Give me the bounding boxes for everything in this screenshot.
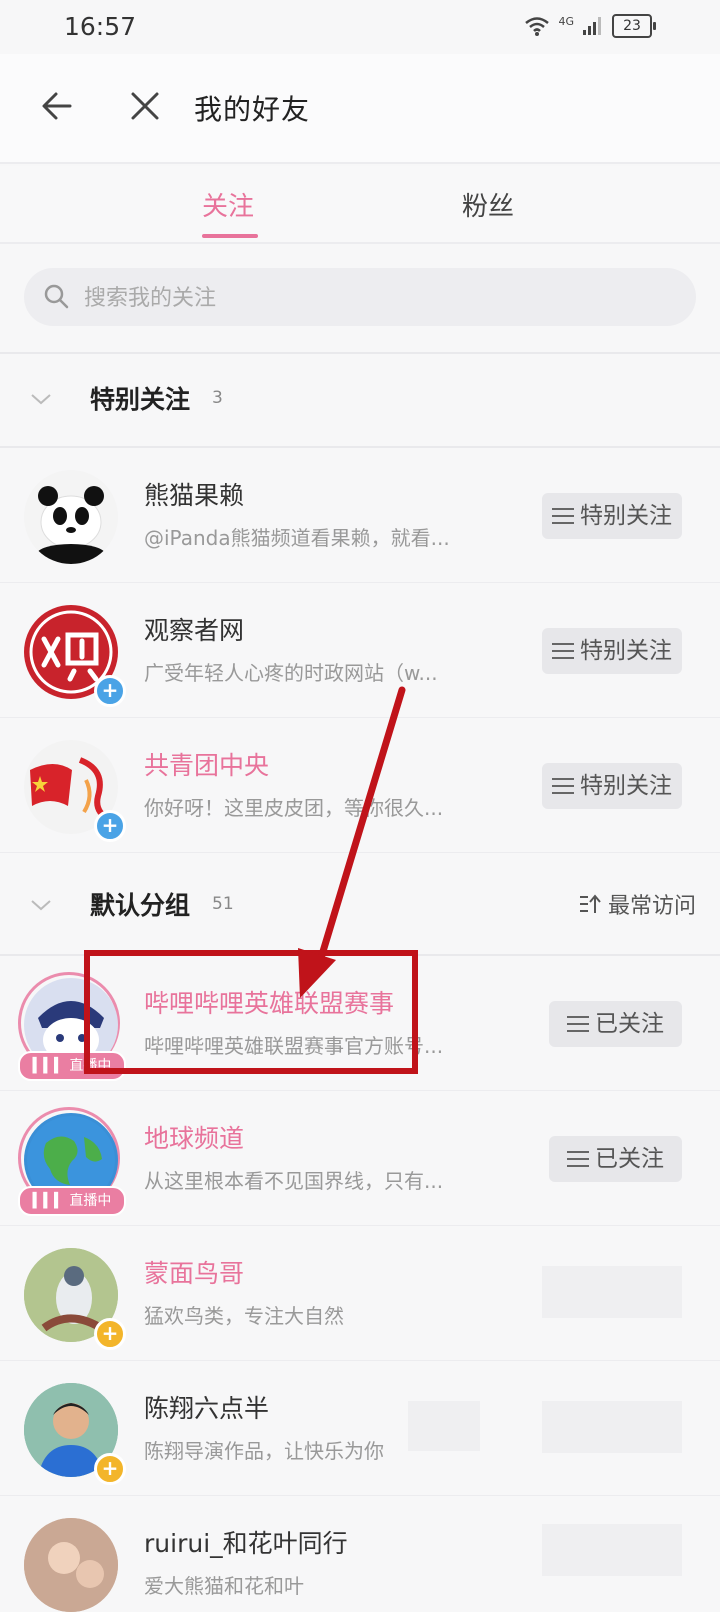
user-description: 从这里根本看不见国界线，只有... bbox=[144, 1169, 444, 1193]
followed-button[interactable]: 已关注 bbox=[549, 1001, 682, 1047]
sort-label: 最常访问 bbox=[607, 894, 696, 919]
user-name: 观察者网 bbox=[144, 616, 245, 645]
list-item[interactable]: 熊猫果赖 @iPanda熊猫频道看果赖，就看... 特别关注 bbox=[0, 448, 720, 583]
signal-icon bbox=[583, 17, 601, 35]
user-name: 蒙面鸟哥 bbox=[144, 1259, 245, 1288]
group-count: 51 bbox=[212, 894, 234, 914]
search-input[interactable] bbox=[82, 278, 646, 318]
user-description: 爱大熊猫和花和叶 bbox=[144, 1574, 304, 1598]
button-label: 特别关注 bbox=[580, 638, 672, 664]
tab-fans[interactable]: 粉丝 bbox=[462, 186, 514, 223]
verified-badge-icon: + bbox=[94, 1453, 126, 1485]
back-arrow-icon[interactable] bbox=[40, 89, 74, 123]
blurred-button[interactable] bbox=[542, 1266, 682, 1318]
special-follow-button[interactable]: 特别关注 bbox=[542, 763, 682, 809]
menu-icon bbox=[552, 507, 574, 525]
user-description: 猛欢鸟类，专注大自然 bbox=[144, 1304, 344, 1328]
tab-following[interactable]: 关注 bbox=[202, 186, 254, 223]
live-badge: ▍▍▍ 直播中 bbox=[18, 1186, 126, 1216]
button-label: 特别关注 bbox=[580, 503, 672, 529]
live-label: 直播中 bbox=[69, 1193, 112, 1209]
menu-icon bbox=[567, 1150, 589, 1168]
user-description: @iPanda熊猫频道看果赖，就看... bbox=[144, 526, 450, 550]
status-bar: 16:57 4G 23 bbox=[0, 0, 720, 54]
list-item[interactable]: + 蒙面鸟哥 猛欢鸟类，专注大自然 bbox=[0, 1226, 720, 1361]
list-item[interactable]: ruirui_和花叶同行 爱大熊猫和花和叶 bbox=[0, 1496, 720, 1612]
group-name: 特别关注 bbox=[90, 385, 191, 414]
tab-bar: 关注 粉丝 bbox=[0, 166, 720, 244]
user-description: 你好呀！这里皮皮团，等你很久... bbox=[144, 796, 444, 820]
panda-avatar-image bbox=[37, 486, 105, 564]
status-icons: 4G 23 bbox=[524, 14, 656, 38]
verified-badge-icon: + bbox=[94, 810, 126, 842]
annotation-highlight-box bbox=[84, 950, 418, 1074]
close-icon[interactable] bbox=[128, 89, 162, 123]
menu-icon bbox=[552, 777, 574, 795]
user-name: 地球频道 bbox=[144, 1124, 245, 1153]
battery-icon: 23 bbox=[612, 14, 656, 38]
user-description: 广受年轻人心疼的时政网站（w... bbox=[144, 661, 438, 685]
list-item[interactable]: ▍▍▍ 直播中 地球频道 从这里根本看不见国界线，只有... 已关注 bbox=[0, 1091, 720, 1226]
blurred-button[interactable] bbox=[542, 1401, 682, 1453]
user-description: 陈翔导演作品，让快乐为你 bbox=[144, 1439, 384, 1463]
active-tab-indicator bbox=[202, 234, 258, 238]
sort-button[interactable]: 最常访问 bbox=[578, 888, 696, 920]
button-label: 特别关注 bbox=[580, 773, 672, 799]
group-count: 3 bbox=[212, 388, 223, 408]
chevron-down-icon bbox=[31, 394, 51, 405]
search-icon bbox=[44, 284, 69, 309]
verified-badge-icon: + bbox=[94, 675, 126, 707]
avatar bbox=[24, 1518, 118, 1612]
network-type: 4G bbox=[558, 14, 574, 28]
sort-icon bbox=[579, 894, 601, 913]
group-header-special[interactable]: 特别关注 3 bbox=[0, 354, 720, 444]
status-time: 16:57 bbox=[64, 12, 137, 41]
top-bar: 我的好友 bbox=[0, 54, 720, 164]
person-avatar-image bbox=[24, 1518, 118, 1612]
menu-icon bbox=[567, 1015, 589, 1033]
avatar bbox=[24, 470, 118, 564]
list-item[interactable]: + 观察者网 广受年轻人心疼的时政网站（w... 特别关注 bbox=[0, 583, 720, 718]
user-name: 陈翔六点半 bbox=[144, 1394, 270, 1423]
group-name: 默认分组 bbox=[90, 891, 191, 920]
special-follow-button[interactable]: 特别关注 bbox=[542, 628, 682, 674]
verified-badge-icon: + bbox=[94, 1318, 126, 1350]
wifi-icon bbox=[525, 17, 550, 36]
list-item[interactable]: + 陈翔六点半 陈翔导演作品，让快乐为你 bbox=[0, 1361, 720, 1496]
user-name: 熊猫果赖 bbox=[144, 481, 245, 510]
user-name: ruirui_和花叶同行 bbox=[144, 1529, 348, 1558]
blurred-area bbox=[408, 1401, 480, 1451]
page-title: 我的好友 bbox=[194, 93, 311, 126]
button-label: 已关注 bbox=[595, 1146, 664, 1172]
followed-button[interactable]: 已关注 bbox=[549, 1136, 682, 1182]
list-item[interactable]: + 共青团中央 你好呀！这里皮皮团，等你很久... 特别关注 bbox=[0, 718, 720, 853]
blurred-button[interactable] bbox=[542, 1524, 682, 1576]
search-bar[interactable] bbox=[24, 268, 696, 326]
button-label: 已关注 bbox=[595, 1011, 664, 1037]
chevron-down-icon bbox=[31, 900, 51, 911]
menu-icon bbox=[552, 642, 574, 660]
group-header-default[interactable]: 默认分组 51 最常访问 bbox=[0, 860, 720, 950]
special-follow-button[interactable]: 特别关注 bbox=[542, 493, 682, 539]
user-name: 共青团中央 bbox=[144, 751, 270, 780]
